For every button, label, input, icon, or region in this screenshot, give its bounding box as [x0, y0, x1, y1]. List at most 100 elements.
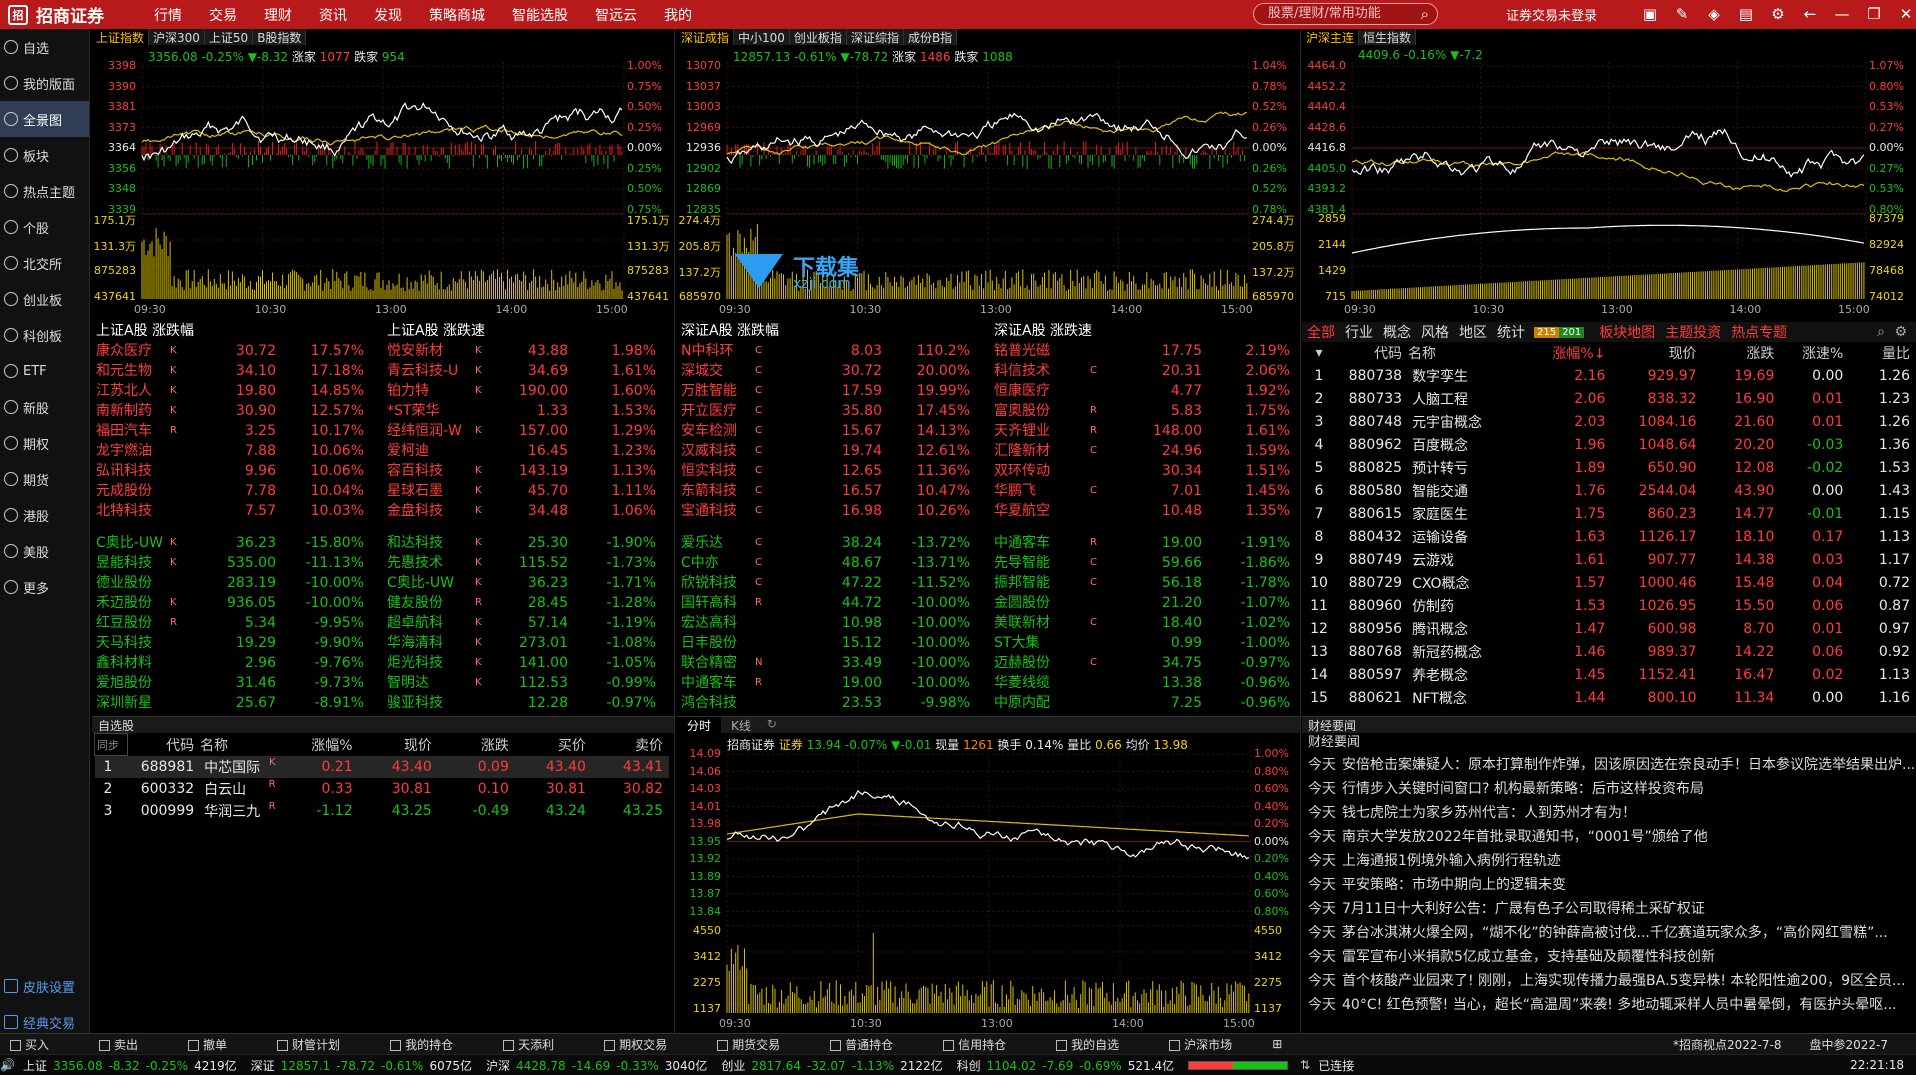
- sector-tab-3[interactable]: 风格: [1421, 322, 1449, 342]
- ranking-row[interactable]: 联合精密 N 33.49 -10.00%: [677, 653, 988, 673]
- sidebar-item-7[interactable]: 创业板: [0, 281, 89, 317]
- ranking-row[interactable]: 富奥股份 R 5.83 1.75%: [990, 401, 1300, 421]
- menu-item-3[interactable]: 资讯: [319, 5, 347, 25]
- ranking-row[interactable]: 宝通科技 C 16.98 10.26%: [677, 501, 988, 521]
- minimize-icon[interactable]: —: [1832, 4, 1852, 24]
- ranking-row[interactable]: 智明达 K 112.53 -0.99%: [383, 673, 674, 693]
- search-input[interactable]: 股票/理财/常用功能 ⌕: [1253, 3, 1438, 25]
- ranking-row[interactable]: 中通客车 R 19.00 -1.91%: [990, 533, 1300, 553]
- trade-btn-0[interactable]: 买入: [0, 1036, 69, 1053]
- ranking-row[interactable]: 华夏航空 10.48 1.35%: [990, 501, 1300, 521]
- sidebar-item-3[interactable]: 板块: [0, 137, 89, 173]
- sector-row[interactable]: 6 880580 智能交通 1.76 2544.04 43.90 0.00 1.43: [1302, 479, 1916, 502]
- ranking-row[interactable]: 福田汽车 R 3.25 10.17%: [92, 421, 382, 441]
- sidebar-item-4[interactable]: 热点主题: [0, 173, 89, 209]
- trade-btn-1[interactable]: 卖出: [89, 1036, 158, 1053]
- ranking-title[interactable]: 深证A股 涨跌幅: [677, 322, 988, 341]
- sector-col-header[interactable]: 名称: [1408, 342, 1514, 364]
- ranking-row[interactable]: 安车检测 C 15.67 14.13%: [677, 421, 988, 441]
- ranking-row[interactable]: 爱旭股份 31.46 -9.73%: [92, 673, 382, 693]
- menu-item-2[interactable]: 理财: [264, 5, 292, 25]
- news-item[interactable]: 今天 钱七虎院士为家乡苏州代言：人到苏州才有为！: [1302, 801, 1916, 825]
- ranking-row[interactable]: 鑫科材料 2.96 -9.76%: [92, 653, 382, 673]
- connection-status[interactable]: 已连接: [1318, 1057, 1354, 1074]
- ranking-row[interactable]: 铭普光磁 17.75 2.19%: [990, 341, 1300, 361]
- news-item[interactable]: 今天 平安策略：市场中期向上的逻辑未变: [1302, 873, 1916, 897]
- ranking-row[interactable]: 骏亚科技 12.28 -0.97%: [383, 693, 674, 713]
- ranking-row[interactable]: C奥比-UW K 36.23 -1.71%: [383, 573, 674, 593]
- ranking-row[interactable]: 昱能科技 K 535.00 -11.13%: [92, 553, 382, 573]
- gear-icon[interactable]: ⚙: [1768, 4, 1788, 24]
- ranking-row[interactable]: 先惠技术 K 115.52 -1.73%: [383, 553, 674, 573]
- sector-row[interactable]: 12 880956 腾讯概念 1.47 600.98 8.70 0.01 0.97: [1302, 617, 1916, 640]
- ranking-row[interactable]: 华鹏飞 C 7.01 1.45%: [990, 481, 1300, 501]
- gear-icon[interactable]: ⚙: [1894, 324, 1907, 340]
- ranking-row[interactable]: 容百科技 K 143.19 1.13%: [383, 461, 674, 481]
- ranking-row[interactable]: 迈赫股份 C 34.75 -0.97%: [990, 653, 1300, 673]
- trade-btn-10[interactable]: 我的自选: [1046, 1036, 1139, 1053]
- sector-link-2[interactable]: 热点专题: [1731, 322, 1787, 342]
- ranking-row[interactable]: 日丰股份 15.12 -10.00%: [677, 633, 988, 653]
- sector-col-header[interactable]: 现价: [1611, 342, 1702, 364]
- chart-tab-3[interactable]: 深证综指: [846, 29, 904, 45]
- sector-tab-2[interactable]: 概念: [1383, 322, 1411, 342]
- search-icon[interactable]: ⌕: [1877, 324, 1885, 340]
- sidebar-item-12[interactable]: 期货: [0, 461, 89, 497]
- ranking-row[interactable]: 和达科技 K 25.30 -1.90%: [383, 533, 674, 553]
- watchlist-col-header[interactable]: 名称: [200, 734, 281, 756]
- watchlist-col-header[interactable]: 现价: [359, 734, 438, 756]
- ranking-row[interactable]: 元成股份 7.78 10.04%: [92, 481, 382, 501]
- sidebar-item-11[interactable]: 期权: [0, 425, 89, 461]
- watchlist-col-header[interactable]: 卖价: [592, 734, 669, 756]
- ranking-row[interactable]: 南新制药 K 30.90 12.57%: [92, 401, 382, 421]
- ranking-row[interactable]: 龙宇燃油 7.88 10.06%: [92, 441, 382, 461]
- news-item[interactable]: 今天 安倍枪击案嫌疑人：原本打算制作炸弹，因该原因选在奈良动手！日本参议院选举结果…: [1302, 753, 1916, 777]
- trade-btn-8[interactable]: 普通持仓: [820, 1036, 913, 1053]
- ranking-row[interactable]: ST大集 0.99 -1.00%: [990, 633, 1300, 653]
- ranking-row[interactable]: 美联新材 C 18.40 -1.02%: [990, 613, 1300, 633]
- sector-row[interactable]: 2 880733 人脑工程 2.06 838.32 16.90 0.01 1.23: [1302, 387, 1916, 410]
- sector-row[interactable]: 4 880962 百度概念 1.96 1048.64 20.20 -0.03 1.36: [1302, 433, 1916, 456]
- ranking-row[interactable]: 华海清科 K 273.01 -1.08%: [383, 633, 674, 653]
- add-icon[interactable]: ⊞: [1272, 1037, 1282, 1051]
- sector-col-header[interactable]: 代码: [1342, 342, 1408, 364]
- ranking-row[interactable]: 华菱线缆 13.38 -0.96%: [990, 673, 1300, 693]
- news-item[interactable]: 今天 行情步入关键时间窗口? 机构最新策略：后市这样投资布局: [1302, 777, 1916, 801]
- menu-item-4[interactable]: 发现: [374, 5, 402, 25]
- ranking-row[interactable]: 欣锐科技 C 47.22 -11.52%: [677, 573, 988, 593]
- ranking-title[interactable]: 上证A股 涨跌幅: [92, 322, 382, 341]
- sidebar-bottom-0[interactable]: 皮肤设置: [0, 968, 90, 1004]
- chart-tab-1[interactable]: 恒生指数: [1359, 29, 1417, 45]
- trade-btn-5[interactable]: 天添利: [493, 1036, 574, 1053]
- sector-link-1[interactable]: 主题投资: [1665, 322, 1721, 342]
- sector-row[interactable]: 5 880825 预计转亏 1.89 650.90 12.08 -0.02 1.53: [1302, 456, 1916, 479]
- sector-row[interactable]: 14 880597 养老概念 1.45 1152.41 16.47 0.02 1.13: [1302, 663, 1916, 686]
- toggle-icon[interactable]: ▤: [1736, 4, 1756, 24]
- trade-btn-3[interactable]: 财管计划: [267, 1036, 360, 1053]
- sector-tab-5[interactable]: 统计: [1497, 322, 1525, 342]
- menu-item-1[interactable]: 交易: [209, 5, 237, 25]
- ranking-row[interactable]: 金盘科技 K 34.48 1.06%: [383, 501, 674, 521]
- ranking-row[interactable]: 东箭科技 C 16.57 10.47%: [677, 481, 988, 501]
- sidebar-item-5[interactable]: 个股: [0, 209, 89, 245]
- search-icon[interactable]: ⌕: [1421, 4, 1429, 24]
- trade-btn-7[interactable]: 期货交易: [707, 1036, 800, 1053]
- ranking-row[interactable]: 爱乐达 C 38.24 -13.72%: [677, 533, 988, 553]
- ranking-row[interactable]: 天马科技 19.29 -9.90%: [92, 633, 382, 653]
- ranking-row[interactable]: 红豆股份 R 5.34 -9.95%: [92, 613, 382, 633]
- watchlist-row[interactable]: 1 688981 中芯国际 K 0.21 43.40 0.09 43.40 43.41: [94, 755, 669, 778]
- ranking-row[interactable]: C中亦 C 48.67 -13.71%: [677, 553, 988, 573]
- sort-chevron-icon[interactable]: ▾: [1302, 342, 1342, 364]
- refresh-icon[interactable]: ↻: [761, 717, 783, 733]
- sidebar-item-10[interactable]: 新股: [0, 389, 89, 425]
- ranking-row[interactable]: 弘讯科技 9.96 10.06%: [92, 461, 382, 481]
- menu-item-6[interactable]: 智能选股: [512, 5, 568, 25]
- sidebar-item-13[interactable]: 港股: [0, 497, 89, 533]
- status-index-sz[interactable]: 深证 12857.1 -78.72 -0.61% 6075亿: [251, 1057, 478, 1074]
- status-index-cy[interactable]: 创业 2817.64 -32.07 -1.13% 2122亿: [721, 1057, 948, 1074]
- ranking-row[interactable]: 双环传动 30.34 1.51%: [990, 461, 1300, 481]
- ranking-row[interactable]: 超卓航科 K 57.14 -1.19%: [383, 613, 674, 633]
- watchlist-row[interactable]: 3 000999 华润三九 R -1.12 43.25 -0.49 43.24 43.25: [95, 800, 670, 822]
- chart-tab-0[interactable]: 沪深主连: [1302, 29, 1360, 45]
- status-index-hs[interactable]: 沪深 4428.78 -14.69 -0.33% 3040亿: [486, 1057, 713, 1074]
